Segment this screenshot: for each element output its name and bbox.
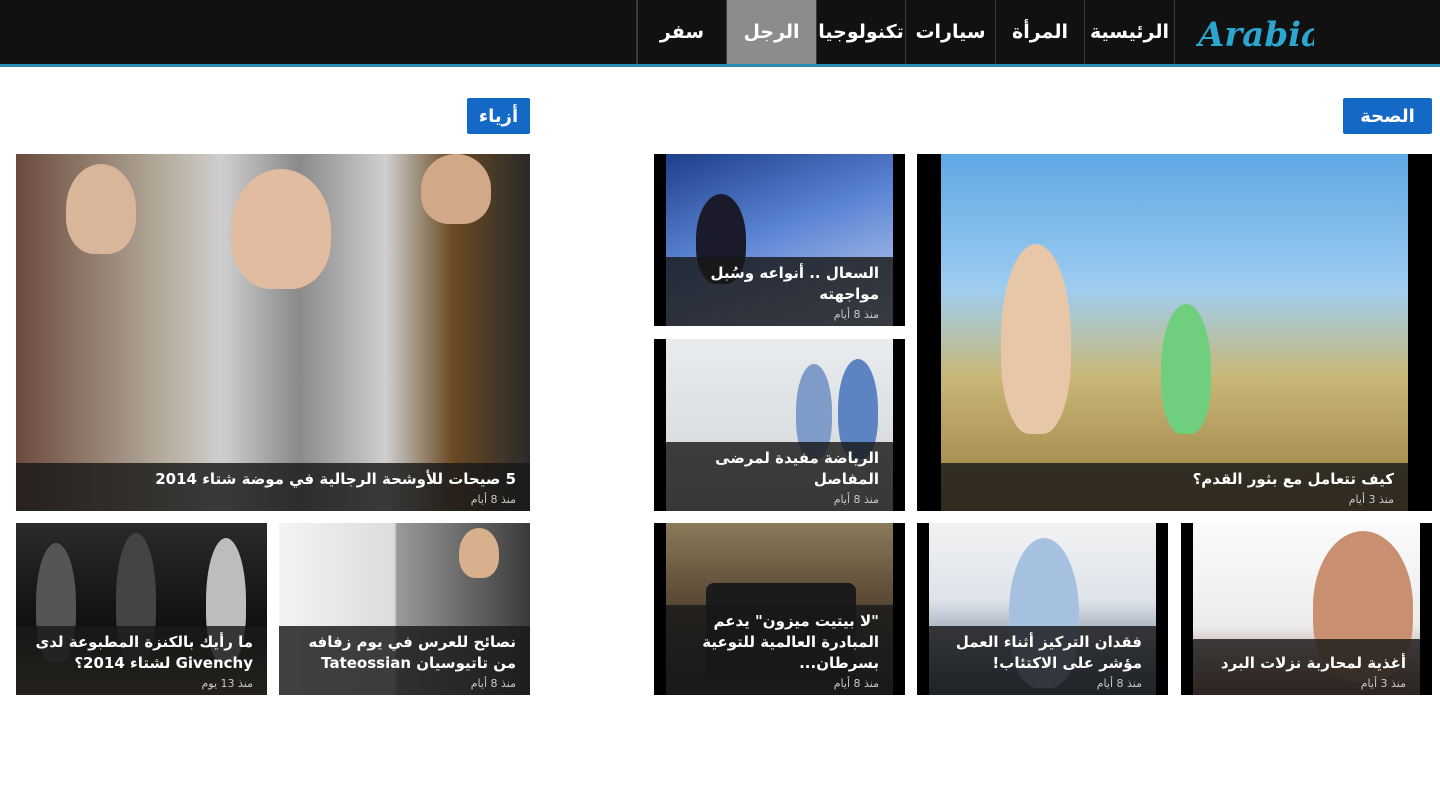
article-title[interactable]: الرياضة مفيدة لمرضى المفاصل: [680, 448, 879, 490]
article-caption: فقدان التركيز أثناء العمل مؤشر على الاكت…: [929, 626, 1156, 695]
article-tile-petite-maison[interactable]: "لا بيتيت ميزون" يدعم المبادرة العالمية …: [654, 523, 905, 695]
article-date: منذ 8 أيام: [833, 308, 879, 321]
article-title[interactable]: نصائح للعرس في يوم زفافه من تاتيوسيان Ta…: [293, 632, 516, 674]
photo-figure: [459, 528, 499, 578]
nav-divider: [1174, 0, 1175, 64]
article-tile-givenchy[interactable]: ما رأيك بالكنزة المطبوعة لدى Givenchy لش…: [16, 523, 267, 695]
article-tile-focus-depression[interactable]: فقدان التركيز أثناء العمل مؤشر على الاكت…: [917, 523, 1168, 695]
photo-figure: [1001, 244, 1071, 434]
nav-item-men[interactable]: الرجل: [726, 0, 816, 64]
nav-item-technology[interactable]: تكنولوجيا: [816, 0, 905, 64]
article-tile-cough[interactable]: السعال .. أنواعه وسُبل مواجهته منذ 8 أيا…: [654, 154, 905, 326]
article-date: منذ 8 أيام: [833, 677, 879, 690]
article-caption: كيف تتعامل مع بثور القدم؟ منذ 3 أيام: [941, 463, 1408, 511]
accent-divider: [0, 64, 1440, 67]
logo-text: Arabia: [1196, 15, 1314, 55]
article-date: منذ 8 أيام: [470, 677, 516, 690]
photo-figure: [1161, 304, 1211, 434]
photo-figure: [66, 164, 136, 254]
article-photo: [941, 154, 1408, 511]
article-tile-tateossian[interactable]: نصائح للعرس في يوم زفافه من تاتيوسيان Ta…: [279, 523, 530, 695]
article-caption: 5 صيحات للأوشحة الرجالية في موضة شتاء 20…: [16, 463, 530, 511]
article-photo: [16, 154, 530, 511]
nav-item-travel[interactable]: سفر: [637, 0, 726, 64]
nav-end-divider: [636, 0, 637, 64]
article-caption: السعال .. أنواعه وسُبل مواجهته منذ 8 أيا…: [666, 257, 893, 326]
article-tile-feet-blisters[interactable]: كيف تتعامل مع بثور القدم؟ منذ 3 أيام: [917, 154, 1432, 511]
article-tile-cold-foods[interactable]: أغذية لمحاربة نزلات البرد منذ 3 أيام: [1181, 523, 1432, 695]
arabia-logo[interactable]: Arabia: [1195, 8, 1323, 58]
article-caption: الرياضة مفيدة لمرضى المفاصل منذ 8 أيام: [666, 442, 893, 511]
article-title[interactable]: 5 صيحات للأوشحة الرجالية في موضة شتاء 20…: [30, 469, 516, 490]
article-title[interactable]: فقدان التركيز أثناء العمل مؤشر على الاكت…: [943, 632, 1142, 674]
article-tile-scarves[interactable]: 5 صيحات للأوشحة الرجالية في موضة شتاء 20…: [16, 154, 530, 511]
photo-figure: [421, 154, 491, 224]
nav-item-home[interactable]: الرئيسية: [1084, 0, 1174, 64]
article-date: منذ 3 أيام: [1360, 677, 1406, 690]
article-caption: أغذية لمحاربة نزلات البرد منذ 3 أيام: [1193, 639, 1420, 695]
photo-figure: [231, 169, 331, 289]
section-label-fashion[interactable]: أزياء: [467, 98, 530, 134]
article-tile-joints[interactable]: الرياضة مفيدة لمرضى المفاصل منذ 8 أيام: [654, 339, 905, 511]
nav-item-women[interactable]: المرأة: [995, 0, 1084, 64]
article-caption: نصائح للعرس في يوم زفافه من تاتيوسيان Ta…: [279, 626, 530, 695]
article-caption: ما رأيك بالكنزة المطبوعة لدى Givenchy لش…: [16, 626, 267, 695]
article-title[interactable]: "لا بيتيت ميزون" يدعم المبادرة العالمية …: [680, 611, 879, 674]
article-title[interactable]: السعال .. أنواعه وسُبل مواجهته: [680, 263, 879, 305]
article-date: منذ 8 أيام: [470, 493, 516, 506]
article-caption: "لا بيتيت ميزون" يدعم المبادرة العالمية …: [666, 605, 893, 695]
article-date: منذ 8 أيام: [833, 493, 879, 506]
article-title[interactable]: أغذية لمحاربة نزلات البرد: [1207, 653, 1406, 674]
section-label-health[interactable]: الصحة: [1343, 98, 1432, 134]
nav-item-cars[interactable]: سيارات: [905, 0, 995, 64]
article-title[interactable]: كيف تتعامل مع بثور القدم؟: [955, 469, 1394, 490]
article-date: منذ 3 أيام: [1348, 493, 1394, 506]
article-date: منذ 13 يوم: [201, 677, 253, 690]
article-date: منذ 8 أيام: [1096, 677, 1142, 690]
article-title[interactable]: ما رأيك بالكنزة المطبوعة لدى Givenchy لش…: [30, 632, 253, 674]
